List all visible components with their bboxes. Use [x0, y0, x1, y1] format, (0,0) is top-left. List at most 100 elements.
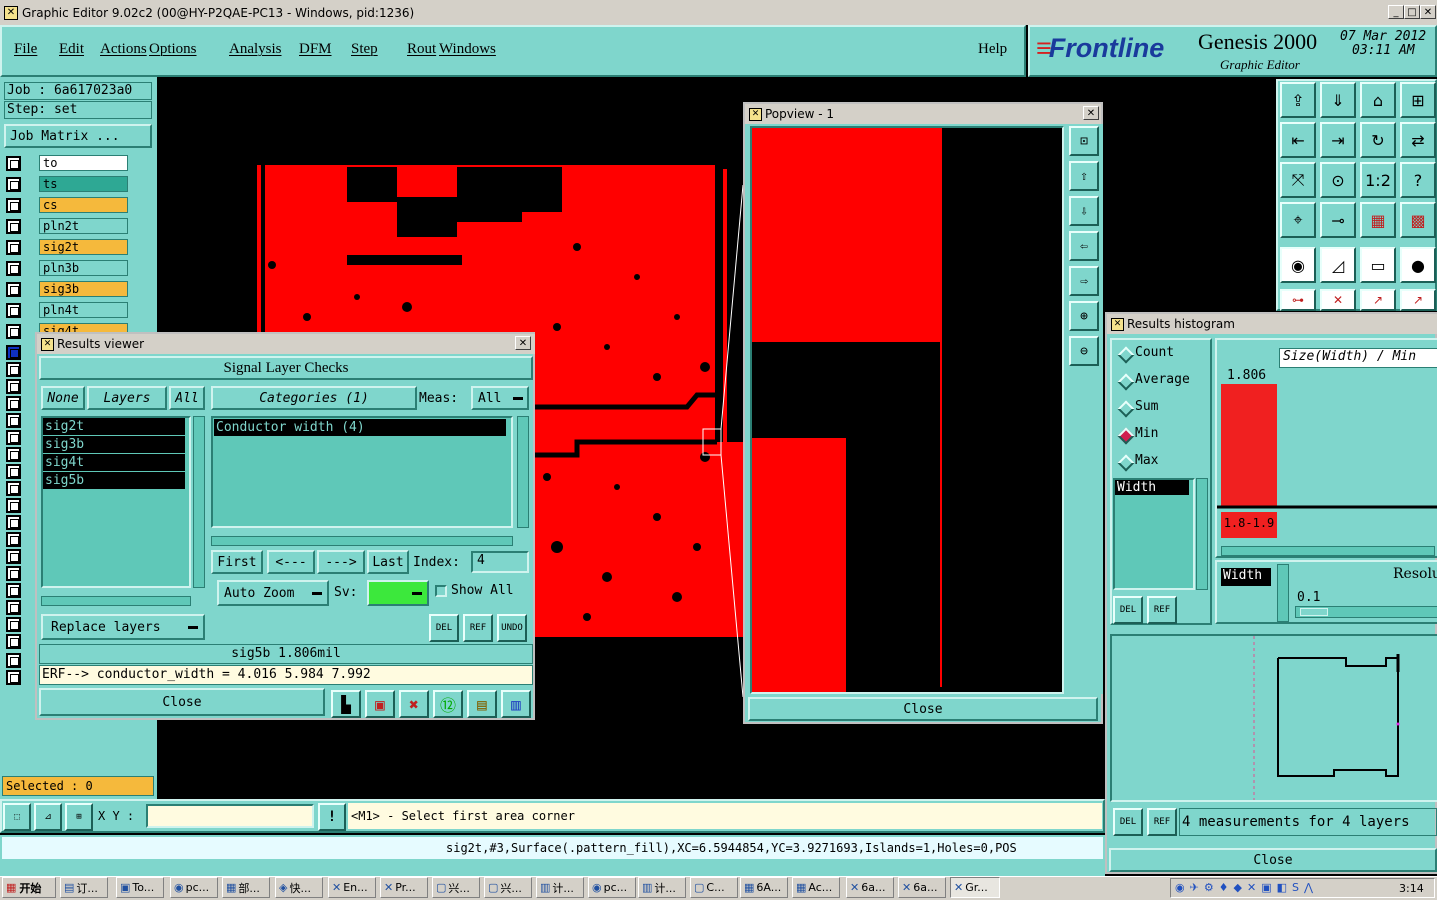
layer-up-icon[interactable]: ⇪: [1280, 82, 1316, 118]
rv-del-button[interactable]: DEL: [429, 614, 459, 642]
zoom-area-icon[interactable]: ⬚: [3, 803, 31, 831]
resolution-slider-thumb[interactable]: [1300, 608, 1328, 616]
meas-select[interactable]: All: [471, 386, 529, 410]
taskbar-item[interactable]: ▦ 6A...: [740, 877, 788, 898]
taskbar-item[interactable]: ▥ 计...: [536, 877, 584, 898]
layer-row-cs[interactable]: cs: [6, 197, 128, 214]
menu-step[interactable]: Step: [351, 41, 378, 58]
chart-icon[interactable]: ▥: [501, 690, 531, 718]
menu-actions[interactable]: Actions: [100, 41, 147, 58]
drc2-icon[interactable]: ▩: [1400, 202, 1436, 238]
snap-point-icon[interactable]: ◉: [1280, 247, 1316, 283]
layer-row-pln4t[interactable]: pln4t: [6, 302, 128, 319]
close-window-button[interactable]: ✕: [1420, 5, 1436, 19]
layer-checkbox[interactable]: [6, 498, 21, 513]
sv-color-select[interactable]: [367, 580, 429, 606]
rv-undo-button[interactable]: UNDO: [497, 614, 527, 642]
layer-name[interactable]: pln2t: [39, 218, 128, 234]
net-icon[interactable]: ⊶: [1280, 289, 1316, 311]
taskbar-item[interactable]: ▥ 计...: [638, 877, 686, 898]
minimize-button[interactable]: _: [1388, 5, 1404, 19]
taskbar-item[interactable]: ✕ 6a...: [846, 877, 894, 898]
rv-layer-item[interactable]: sig3b: [43, 436, 185, 453]
layer-checkbox[interactable]: [6, 566, 21, 581]
layer-checkbox[interactable]: [6, 549, 21, 564]
move-left-icon[interactable]: ⇤: [1280, 122, 1316, 158]
layer-checkbox[interactable]: [6, 670, 21, 685]
save-icon[interactable]: ▣: [365, 690, 395, 718]
rv-layer-item[interactable]: sig5b: [43, 472, 185, 489]
popview-close-icon[interactable]: ✕: [1083, 106, 1099, 120]
hist-ref2-button[interactable]: REF: [1147, 808, 1177, 836]
show-all-checkbox[interactable]: [435, 585, 447, 597]
category-listbox[interactable]: Conductor width (4): [211, 416, 513, 528]
taskbar-item[interactable]: ▢ 兴...: [484, 877, 532, 898]
layer-checkbox[interactable]: [6, 413, 21, 428]
categories-button[interactable]: Categories (1): [211, 386, 417, 410]
route2-icon[interactable]: ↗: [1400, 289, 1436, 311]
menu-windows[interactable]: Windows: [439, 41, 496, 58]
taskbar-item[interactable]: ▤ 订...: [60, 877, 108, 898]
last-button[interactable]: Last: [367, 550, 409, 574]
layer-checkbox[interactable]: [6, 447, 21, 462]
layer-checkbox[interactable]: [6, 324, 21, 339]
layer-row-sig2t[interactable]: sig2t: [6, 239, 128, 256]
rv-category-item[interactable]: Conductor width (4): [214, 419, 506, 436]
menu-rout[interactable]: Rout: [407, 41, 436, 58]
layer-checkbox[interactable]: [6, 379, 21, 394]
layer-checkbox[interactable]: [6, 481, 21, 496]
histogram-bar[interactable]: [1221, 384, 1277, 506]
menu-help[interactable]: Help: [978, 41, 1007, 58]
layer-checkbox[interactable]: [6, 198, 21, 213]
histogram-scrollbar[interactable]: [1221, 546, 1435, 556]
layer-name[interactable]: to: [39, 155, 128, 171]
route-icon[interactable]: ↗: [1360, 289, 1396, 311]
layer-listbox[interactable]: sig2t sig3b sig4t sig5b: [41, 416, 191, 588]
job-matrix-button[interactable]: Job Matrix ...: [4, 124, 152, 148]
pan-up-icon[interactable]: ⇧: [1069, 161, 1099, 191]
probe-icon[interactable]: ⊸: [1320, 202, 1356, 238]
layer-checkbox[interactable]: [6, 177, 21, 192]
taskbar-item[interactable]: ✕ 6a...: [898, 877, 946, 898]
layer-list-vscroll[interactable]: [193, 416, 205, 588]
maximize-button[interactable]: □: [1404, 5, 1420, 19]
zoom-in-icon[interactable]: ⊕: [1069, 301, 1099, 331]
layer-checkbox[interactable]: [6, 600, 21, 615]
hist-ref-button[interactable]: REF: [1147, 596, 1177, 624]
hist-del-button[interactable]: DEL: [1113, 596, 1143, 624]
histogram-list[interactable]: Width: [1113, 478, 1195, 590]
drc-icon[interactable]: ▦: [1360, 202, 1396, 238]
index-input[interactable]: 4: [471, 551, 529, 573]
layer-name[interactable]: ts: [39, 176, 128, 192]
resolution-slider[interactable]: [1295, 606, 1437, 618]
layer-checkbox[interactable]: [6, 583, 21, 598]
taskbar-item[interactable]: ◈ 快...: [275, 877, 323, 898]
histogram-field-scroll[interactable]: [1277, 564, 1289, 622]
alert-icon[interactable]: !: [318, 803, 346, 831]
layer-name[interactable]: sig3b: [39, 281, 128, 297]
layer-name[interactable]: cs: [39, 197, 128, 213]
category-hscroll[interactable]: [211, 536, 513, 546]
layer-checkbox[interactable]: [6, 156, 21, 171]
fit-icon[interactable]: ⤧: [1280, 162, 1316, 198]
xy-input[interactable]: [146, 804, 314, 828]
cross-icon[interactable]: ✕: [1320, 289, 1356, 311]
histogram-list-scrollbar[interactable]: [1196, 478, 1208, 590]
measure-icon[interactable]: ⌖: [1280, 202, 1316, 238]
all-button[interactable]: All: [169, 386, 205, 410]
layer-checkbox[interactable]: [6, 261, 21, 276]
layer-checkbox[interactable]: [6, 653, 21, 668]
center-icon[interactable]: ⊙: [1320, 162, 1356, 198]
layer-checkbox[interactable]: [6, 464, 21, 479]
help-icon[interactable]: ?: [1400, 162, 1436, 198]
numeric-icon[interactable]: ⑫: [433, 690, 463, 718]
layer-name[interactable]: pln4t: [39, 302, 128, 318]
rv-layer-item[interactable]: sig4t: [43, 454, 185, 471]
circle-icon[interactable]: ●: [1400, 247, 1436, 283]
first-button[interactable]: First: [211, 550, 263, 574]
menu-dfm[interactable]: DFM: [299, 41, 332, 58]
layer-checkbox[interactable]: [6, 617, 21, 632]
layer-checkbox[interactable]: [6, 430, 21, 445]
measure-bars-icon[interactable]: ▙: [331, 690, 361, 718]
layer-checkbox[interactable]: [6, 362, 21, 377]
